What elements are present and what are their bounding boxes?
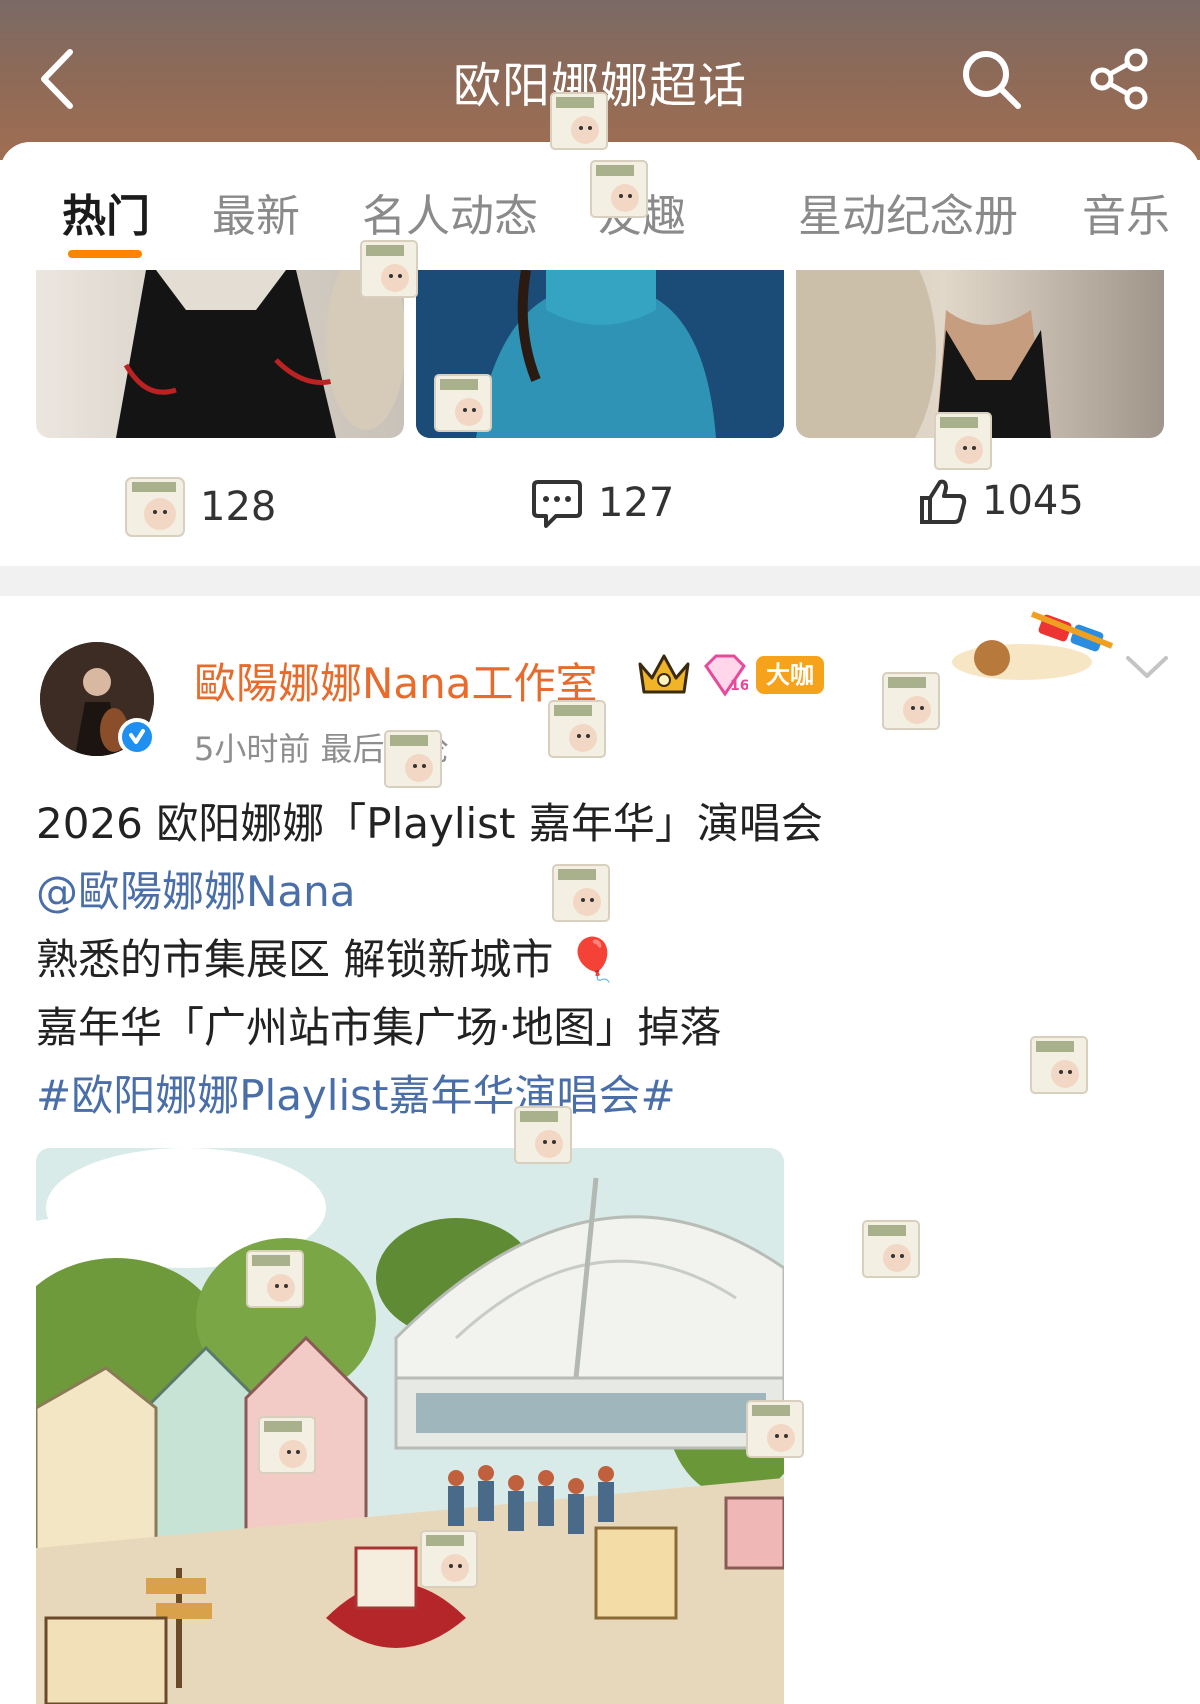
comment-icon (532, 480, 582, 528)
sticker-emoji-icon (514, 1106, 572, 1164)
tab-music[interactable]: 音乐 (1082, 180, 1170, 244)
post-divider (0, 566, 1200, 596)
verified-icon (118, 718, 156, 756)
sticker-emoji-icon (548, 700, 606, 758)
weibo-super-topic-page: 欧阳娜娜超话 热门 最新 名人动态 友趣 星动纪念册 音乐 (0, 0, 1200, 1704)
post-content: 2026 欧阳娜娜「Playlist 嘉年华」演唱会 @歐陽娜娜Nana 熟悉的… (36, 790, 1156, 1130)
crown-icon (638, 654, 690, 694)
sticker-emoji-icon (590, 160, 648, 218)
glasses-decoration-icon (952, 611, 1114, 680)
tab-latest[interactable]: 最新 (212, 180, 300, 244)
level-badge: 16 (702, 652, 749, 698)
post-actions: 128 127 1045 (0, 460, 1200, 550)
sticker-emoji-icon (882, 672, 940, 730)
tab-album[interactable]: 星动纪念册 (798, 180, 1018, 244)
post-text-line: 2026 欧阳娜娜「Playlist 嘉年华」演唱会 (36, 799, 823, 848)
share-icon (1090, 48, 1148, 110)
sticker-emoji-icon (934, 412, 992, 470)
author-name[interactable]: 歐陽娜娜Nana工作室 (194, 650, 598, 711)
sticker-emoji-icon (550, 92, 608, 150)
sticker-emoji-icon (434, 374, 492, 432)
sticker-emoji-icon (246, 1250, 304, 1308)
sticker-emoji-icon (552, 864, 610, 922)
search-button[interactable] (958, 46, 1024, 112)
post-main-image[interactable] (36, 1148, 784, 1704)
thumbs-up-icon (920, 479, 967, 524)
chevron-down-icon[interactable] (1122, 648, 1172, 688)
tab-celebrity[interactable]: 名人动态 (362, 180, 538, 244)
sticker-emoji-icon (862, 1220, 920, 1278)
vip-badge: 大咖 (756, 656, 824, 694)
post-photo-1[interactable] (36, 270, 404, 438)
post-text-line: 熟悉的市集展区 解锁新城市 🎈 (36, 935, 619, 984)
comment-count: 127 (598, 480, 675, 526)
search-icon (963, 51, 1021, 109)
post-text-line: 嘉年华「广州站市集广场·地图」掉落 (36, 1003, 722, 1052)
sticker-emoji-icon (1030, 1036, 1088, 1094)
tab-hot[interactable]: 热门 (62, 180, 150, 244)
level-badge-number: 16 (730, 678, 748, 694)
sticker-emoji-icon (746, 1400, 804, 1458)
hashtag-link[interactable]: #欧阳娜娜Playlist嘉年华演唱会# (36, 1062, 1156, 1130)
active-tab-indicator (68, 250, 142, 258)
like-count: 1045 (982, 478, 1084, 524)
comment-button[interactable]: 127 (530, 476, 674, 530)
share-button[interactable] (1088, 46, 1154, 112)
like-button[interactable]: 1045 (918, 476, 1084, 526)
sticker-emoji-icon (360, 240, 418, 298)
sticker-emoji-icon (384, 730, 442, 788)
repost-count: 128 (200, 484, 277, 530)
sticker-emoji-icon (420, 1530, 478, 1588)
repost-icon (125, 477, 185, 537)
sticker-emoji-icon (258, 1416, 316, 1474)
repost-button[interactable]: 128 (124, 476, 276, 538)
